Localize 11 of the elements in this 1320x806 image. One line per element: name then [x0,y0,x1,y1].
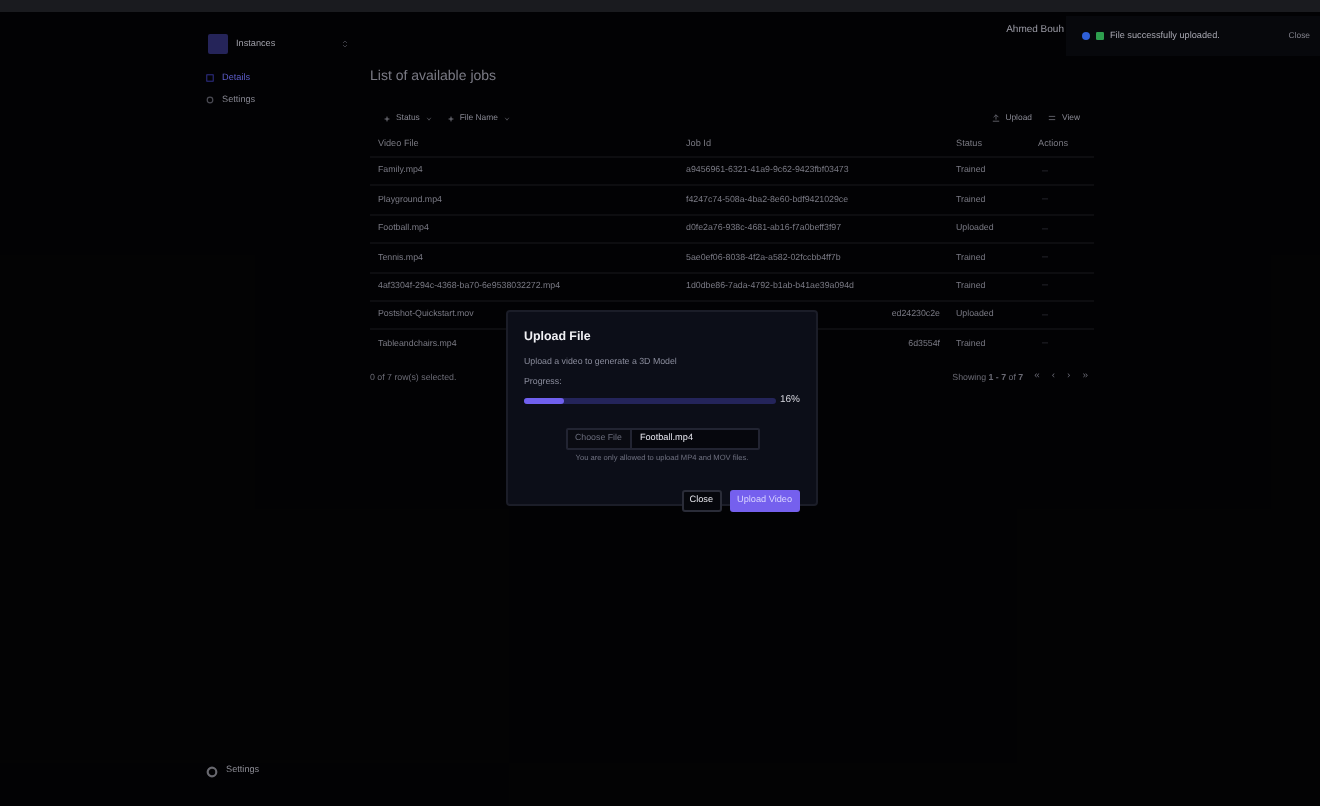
gear-icon [206,96,214,105]
info-icon [1082,32,1090,40]
chevron-updown-icon [340,38,350,50]
upload-icon [991,114,1000,123]
chevron-down-icon [503,115,510,122]
gear-icon [206,765,218,778]
chevron-down-icon [425,115,432,122]
sliders-icon [1047,114,1056,123]
logo-icon [208,34,228,54]
plus-icon [447,115,454,122]
plus-icon [384,115,390,122]
